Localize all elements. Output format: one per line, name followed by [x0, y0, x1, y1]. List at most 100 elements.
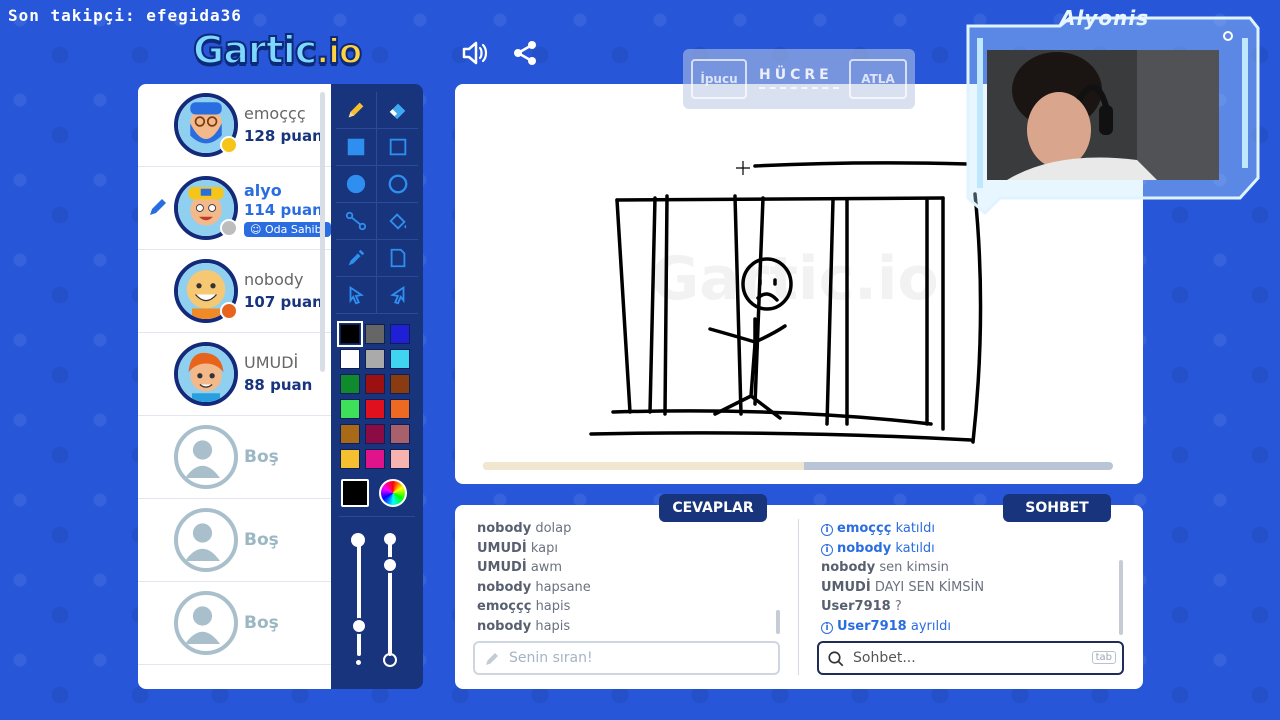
webcam-feed: [987, 50, 1219, 180]
logo-tld: .io: [315, 31, 363, 73]
color-swatch[interactable]: [390, 324, 410, 344]
color-palette: [337, 321, 410, 469]
answer-input[interactable]: Senin sıran!: [473, 641, 780, 675]
filled-square-icon[interactable]: [336, 129, 377, 166]
color-swatch[interactable]: [340, 449, 360, 469]
hint-button[interactable]: İpucu: [691, 59, 747, 99]
empty-slot-label: Boş: [244, 447, 279, 467]
message-user: nobody: [477, 521, 532, 536]
current-color-swatch: [341, 479, 369, 507]
avatar: [174, 342, 238, 406]
tab-chat[interactable]: SOHBET: [1003, 494, 1111, 522]
undo-icon[interactable]: [336, 277, 377, 314]
chat-message: nobody hapis: [477, 617, 777, 637]
color-swatch[interactable]: [390, 424, 410, 444]
message-text: katıldı: [895, 521, 936, 536]
color-swatch[interactable]: [337, 321, 363, 347]
circle-outline-icon[interactable]: [377, 166, 418, 203]
chat-input[interactable]: Sohbet... tab: [817, 641, 1124, 675]
drawing-tools-panel: [331, 84, 423, 689]
color-swatch[interactable]: [365, 374, 385, 394]
color-swatch[interactable]: [340, 399, 360, 419]
word-hint-bar: İpucu HÜCRE ATLA: [683, 49, 915, 109]
opacity-indicator-high: [384, 533, 396, 545]
chat-message: nobody sen kimsin: [821, 558, 1121, 578]
empty-slot: Boş: [138, 499, 331, 582]
answer-input-placeholder: Senin sıran!: [509, 650, 593, 666]
sound-icon[interactable]: [460, 38, 490, 72]
chat-message: User7918 ?: [821, 597, 1121, 617]
status-dot: [220, 302, 238, 320]
player-score: 88 puan: [244, 376, 313, 394]
color-swatch[interactable]: [340, 349, 360, 369]
status-dot: [220, 219, 238, 237]
pencil-icon: [486, 653, 498, 665]
color-swatch[interactable]: [365, 324, 385, 344]
answers-scrollbar[interactable]: [776, 610, 780, 634]
answers-list: nobody dolap UMUDİ kapı UMUDİ awm nobody ha…: [477, 519, 777, 637]
share-icon[interactable]: [510, 38, 540, 72]
square-outline-icon[interactable]: [377, 129, 418, 166]
chat-message: UMUDİ DAYI SEN KİMSİN: [821, 578, 1121, 598]
filled-circle-icon[interactable]: [336, 166, 377, 203]
message-user: User7918: [837, 618, 907, 634]
color-swatch[interactable]: [340, 374, 360, 394]
redo-icon[interactable]: [377, 277, 418, 314]
info-icon: i: [821, 524, 833, 536]
player-score: 114 puan: [244, 201, 323, 219]
color-swatch[interactable]: [390, 449, 410, 469]
message-text: awm: [530, 560, 563, 575]
color-swatch[interactable]: [365, 349, 385, 369]
eyedropper-icon[interactable]: [336, 240, 377, 277]
chat-scrollbar[interactable]: [1119, 560, 1123, 635]
skip-button[interactable]: ATLA: [849, 59, 907, 99]
empty-slot-label: Boş: [244, 530, 279, 550]
message-user: nobody: [837, 540, 892, 556]
empty-slot: Boş: [138, 582, 331, 665]
message-text: hapsane: [535, 579, 591, 595]
message-text: hapis: [535, 618, 571, 634]
players-list: emoççç 128 puan alyo 114 puan ☺ Oda Sahi…: [138, 84, 331, 689]
webcam-streamer-name: Alyonis: [1060, 6, 1150, 30]
player-name: nobody: [244, 270, 304, 289]
pencil-icon[interactable]: [336, 92, 377, 129]
chat-message: nobody hapsane: [477, 578, 777, 598]
players-scrollbar[interactable]: [320, 92, 325, 372]
color-wheel-icon[interactable]: [379, 479, 407, 507]
room-owner-badge: ☺ Oda Sahibi: [244, 222, 331, 237]
system-message: i nobody katıldı: [821, 539, 1121, 559]
player-row[interactable]: UMUDİ 88 puan: [138, 333, 331, 416]
player-row[interactable]: nobody 107 puan: [138, 250, 331, 333]
message-text: ayrıldı: [910, 618, 951, 634]
empty-avatar: [174, 508, 238, 572]
color-swatch[interactable]: [365, 449, 385, 469]
new-page-icon[interactable]: [377, 240, 418, 277]
player-row[interactable]: emoççç 128 puan: [138, 84, 331, 167]
fill-bucket-icon[interactable]: [377, 203, 418, 240]
color-swatch[interactable]: [390, 349, 410, 369]
color-swatch[interactable]: [340, 424, 360, 444]
brush-size-slider[interactable]: [351, 536, 367, 656]
eraser-icon[interactable]: [377, 92, 418, 129]
color-swatch[interactable]: [365, 399, 385, 419]
line-icon[interactable]: [336, 203, 377, 240]
message-text: DAYI SEN KİMSİN: [874, 579, 985, 595]
message-text: sen kimsin: [879, 560, 949, 575]
chat-input-placeholder: Sohbet...: [853, 650, 916, 666]
chat-message: UMUDİ awm: [477, 558, 777, 578]
tab-answers[interactable]: CEVAPLAR: [659, 494, 767, 522]
tab-shortcut-key: tab: [1091, 651, 1116, 664]
player-row[interactable]: alyo 114 puan ☺ Oda Sahibi: [138, 167, 331, 250]
color-swatch[interactable]: [390, 399, 410, 419]
message-user: nobody: [477, 579, 532, 595]
player-name: alyo: [244, 181, 282, 200]
info-icon: i: [821, 621, 833, 634]
message-user: emoççç: [477, 599, 532, 614]
logo-main: Gartic: [192, 27, 318, 73]
color-swatch[interactable]: [390, 374, 410, 394]
color-swatch[interactable]: [365, 424, 385, 444]
opacity-slider[interactable]: [382, 536, 398, 656]
message-user: UMUDİ: [477, 560, 527, 575]
round-timer-bar: [483, 462, 1113, 470]
chat-message: emoççç hapis: [477, 597, 777, 617]
